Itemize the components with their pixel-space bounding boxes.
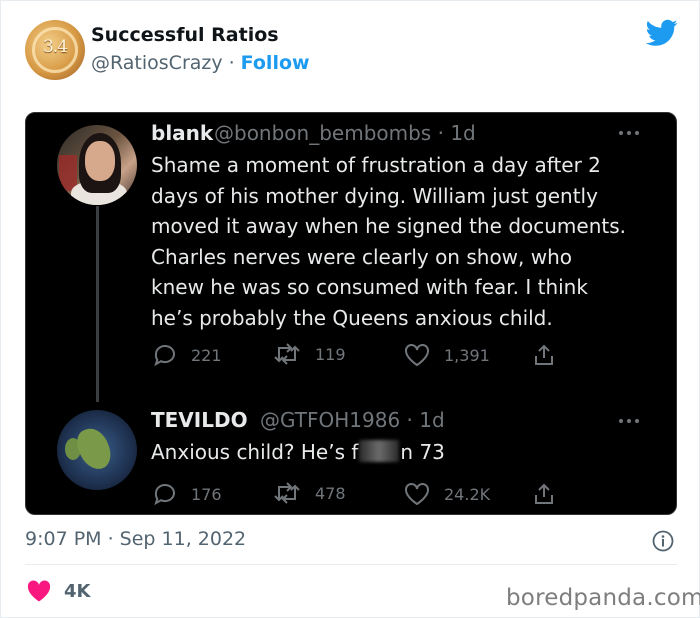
quote-text-end: n 73	[400, 440, 445, 464]
retweet-action[interactable]: 119	[273, 343, 346, 365]
quote-time: 1d	[419, 408, 445, 432]
more-options-icon[interactable]	[618, 129, 640, 137]
reply-count: 221	[191, 345, 222, 365]
heart-filled-icon[interactable]	[27, 580, 51, 602]
reply-action[interactable]: 221	[153, 343, 222, 367]
reply-author-avatar[interactable]	[57, 125, 137, 205]
quote-text: Anxious child? He’s f n 73	[151, 437, 631, 468]
follow-button[interactable]: Follow	[241, 52, 310, 74]
avatar-text: 3.4	[42, 37, 68, 57]
tweet-like-count[interactable]: 4K	[64, 581, 90, 602]
source-watermark: boredpanda.com	[506, 585, 700, 611]
tweet-card: 3.4 Successful Ratios @RatiosCrazy · Follo…	[0, 0, 700, 618]
heart-outline-icon	[405, 483, 429, 506]
like-action[interactable]: 24.2K	[404, 482, 490, 506]
retweet-icon	[274, 343, 300, 365]
author-avatar[interactable]: 3.4	[25, 20, 85, 80]
reply-action[interactable]: 176	[153, 482, 222, 506]
like-action[interactable]: 1,391	[404, 343, 490, 367]
reply-count: 176	[191, 484, 222, 504]
reply-icon	[154, 345, 175, 367]
quote-author-handle-row: @GTFOH1986 · 1d	[260, 408, 445, 432]
quote-author-name[interactable]: TEVILDO	[151, 408, 248, 432]
reply-author-name[interactable]: blank	[151, 121, 213, 145]
tweet-timestamp[interactable]: 9:07 PM · Sep 11, 2022	[25, 528, 246, 550]
share-icon[interactable]	[532, 343, 556, 367]
like-count: 1,391	[444, 345, 490, 365]
reply-author-handle-row: @bonbon_bembombs · 1d	[214, 121, 476, 145]
footer-divider	[25, 564, 677, 565]
info-icon[interactable]	[652, 530, 674, 552]
retweet-count: 119	[315, 344, 346, 364]
censored-word-blur	[359, 440, 400, 462]
separator-dot: ·	[228, 52, 235, 74]
twitter-bird-icon[interactable]	[646, 19, 678, 47]
retweet-action[interactable]: 478	[273, 482, 346, 504]
reply-time: 1d	[450, 121, 476, 145]
author-display-name[interactable]: Successful Ratios	[91, 24, 279, 46]
heart-outline-icon	[405, 344, 429, 367]
reply-text: Shame a moment of frustration a day afte…	[151, 153, 627, 330]
quote-author-avatar[interactable]	[57, 410, 137, 490]
reply-author-handle[interactable]: @bonbon_bembombs	[214, 121, 431, 145]
thread-connector-line	[96, 206, 99, 402]
reply-icon	[154, 484, 175, 506]
retweet-count: 478	[315, 483, 346, 503]
share-icon[interactable]	[532, 482, 556, 506]
like-count: 24.2K	[444, 484, 491, 504]
more-options-icon[interactable]	[618, 417, 640, 425]
author-handle[interactable]: @RatiosCrazy	[91, 52, 223, 74]
author-handle-row: @RatiosCrazy · Follow	[91, 52, 310, 74]
quote-text-start: Anxious child? He’s f	[151, 440, 359, 464]
quote-author-handle[interactable]: @GTFOH1986	[260, 408, 400, 432]
retweet-icon	[274, 482, 300, 504]
